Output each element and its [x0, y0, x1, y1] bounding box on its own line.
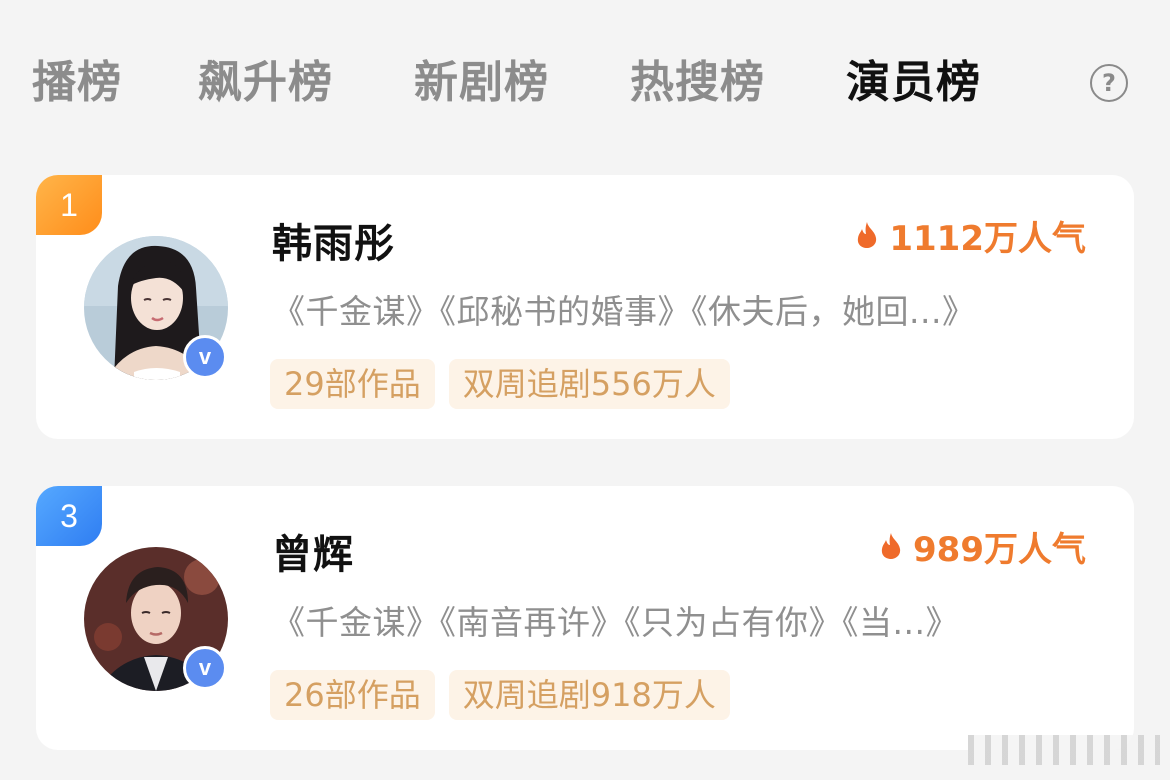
ranking-tabs: 播榜 飙升榜 新剧榜 热搜榜 演员榜: [0, 48, 1170, 118]
tag-list: 29部作品 双周追剧556万人: [270, 359, 730, 409]
tab-actors[interactable]: 演员榜: [846, 48, 981, 118]
actor-card[interactable]: 3 v 曾辉 989万人气 《千金谋》《南音再许》《只为占有你》《当...》 2…: [36, 486, 1134, 750]
fire-icon: [879, 532, 903, 560]
works-count-tag: 29部作品: [270, 359, 435, 409]
verified-icon: v: [183, 335, 227, 379]
watermark-stripes: [968, 735, 1160, 765]
popularity: 1112万人气: [855, 215, 1086, 259]
tab-rising[interactable]: 飙升榜: [198, 48, 333, 118]
rank-badge: 3: [36, 486, 102, 546]
verified-icon: v: [183, 646, 227, 690]
viewers-tag: 双周追剧918万人: [448, 670, 730, 720]
works-list[interactable]: 《千金谋》《南音再许》《只为占有你》《当...》: [272, 596, 959, 644]
viewers-tag: 双周追剧556万人: [448, 359, 730, 409]
popularity-text: 989万人气: [913, 529, 1086, 570]
actor-card[interactable]: 1 v 韩雨彤 1112万人气 《千金谋》《邱秘书的婚事》《休夫后，她回...》…: [36, 175, 1134, 439]
tab-broadcast[interactable]: 播榜: [32, 48, 122, 118]
actor-name[interactable]: 韩雨彤: [272, 211, 395, 269]
tag-list: 26部作品 双周追剧918万人: [270, 670, 730, 720]
popularity: 989万人气: [879, 526, 1086, 570]
rank-badge: 1: [36, 175, 102, 235]
popularity-text: 1112万人气: [889, 218, 1086, 259]
actor-name[interactable]: 曾辉: [272, 522, 354, 580]
fire-icon: [855, 221, 879, 249]
works-list[interactable]: 《千金谋》《邱秘书的婚事》《休夫后，她回...》: [272, 285, 975, 333]
tab-new-drama[interactable]: 新剧榜: [414, 48, 549, 118]
works-count-tag: 26部作品: [270, 670, 435, 720]
help-icon[interactable]: ?: [1090, 64, 1128, 102]
tab-hot-search[interactable]: 热搜榜: [630, 48, 765, 118]
